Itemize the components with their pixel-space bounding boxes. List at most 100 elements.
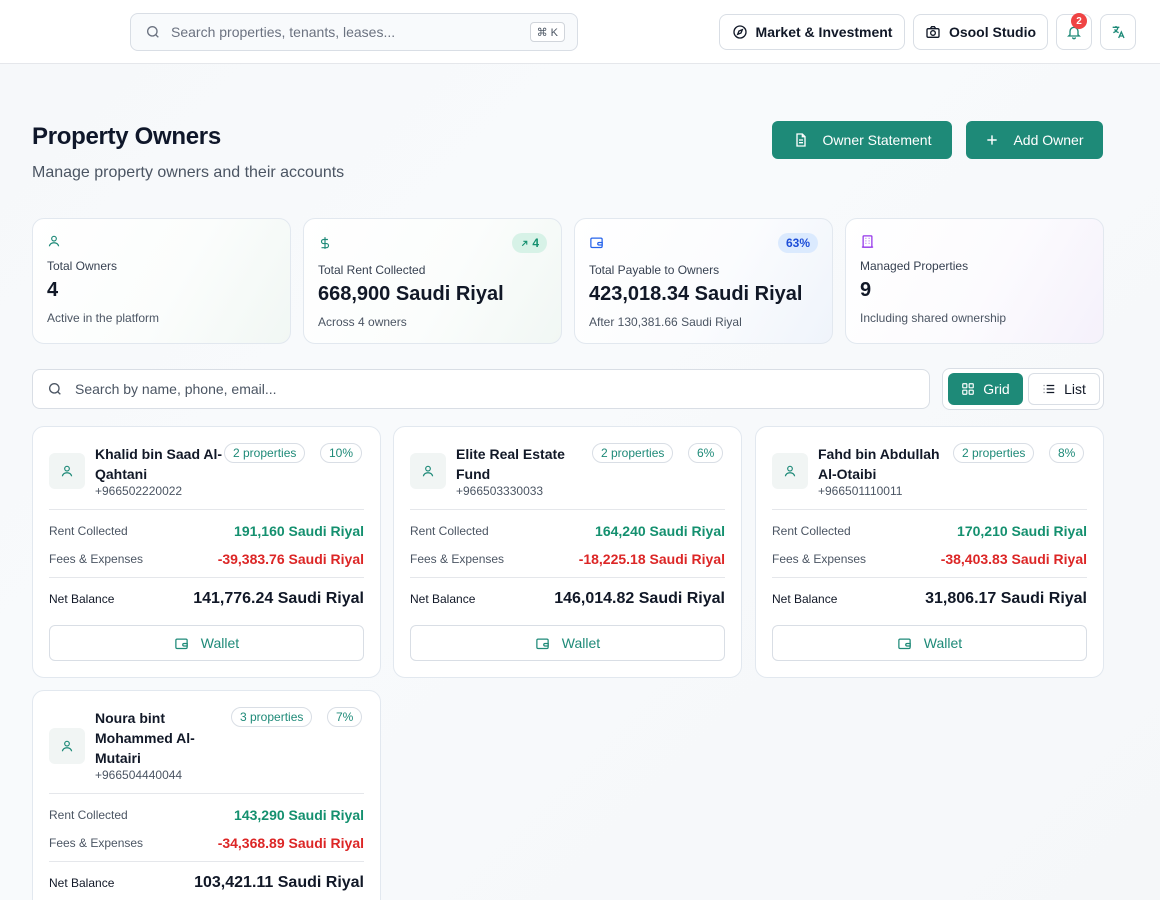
stat-label: Total Owners <box>47 259 118 273</box>
stat-sub: Across 4 owners <box>318 315 407 329</box>
search-icon <box>49 383 61 395</box>
osool-studio-label: Osool Studio <box>948 24 1037 40</box>
owner-name[interactable]: Fahd bin Abdullah Al-Otaibi <box>818 444 946 484</box>
owner-name[interactable]: Khalid bin Saad Al-Qahtani <box>95 444 225 484</box>
divider <box>410 509 725 510</box>
divider <box>410 577 725 578</box>
ownership-percent-badge: 10% <box>320 443 363 463</box>
fees-row: Fees & Expenses -34,368.89 Saudi Riyal <box>49 835 364 851</box>
ownership-percent-badge: 8% <box>1049 443 1085 463</box>
rent-collected-label: Rent Collected <box>49 524 128 538</box>
rent-collected-label: Rent Collected <box>410 524 489 538</box>
fees-label: Fees & Expenses <box>410 552 505 566</box>
avatar <box>772 453 808 489</box>
divider <box>772 509 1087 510</box>
stat-sub: Including shared ownership <box>860 311 1007 325</box>
rent-collected-label: Rent Collected <box>49 808 128 822</box>
osool-studio-button[interactable]: Osool Studio <box>913 14 1048 50</box>
net-balance-value: 103,421.11 Saudi Riyal <box>194 874 364 891</box>
notifications-button[interactable]: 2 <box>1056 13 1092 50</box>
global-search-input[interactable]: Search properties, tenants, leases... ⌘ … <box>130 13 578 51</box>
rent-collected-value: 191,160 Saudi Riyal <box>234 523 364 539</box>
plus-icon <box>987 135 998 145</box>
fees-value: -18,225.18 Saudi Riyal <box>578 551 725 567</box>
document-icon <box>795 133 806 147</box>
owner-phone: +966502220022 <box>95 484 183 498</box>
user-icon <box>422 465 434 477</box>
divider <box>49 577 364 578</box>
stat-label: Total Rent Collected <box>318 263 426 277</box>
owner-name[interactable]: Noura bint Mohammed Al-Mutairi <box>95 708 210 768</box>
fees-label: Fees & Expenses <box>49 836 144 850</box>
stat-value: 423,018.34 Saudi Riyal <box>589 283 803 305</box>
grid-view-button[interactable]: Grid <box>948 373 1023 405</box>
page-subtitle: Manage property owners and their account… <box>32 164 345 181</box>
divider <box>49 793 364 794</box>
net-balance-label: Net Balance <box>772 592 838 606</box>
wallet-button[interactable]: Wallet <box>410 625 725 661</box>
page-title: Property Owners <box>32 123 221 150</box>
search-shortcut-hint: ⌘ K <box>529 22 565 42</box>
owner-name[interactable]: Elite Real Estate Fund <box>456 444 581 484</box>
stat-card-total-owners: Total Owners 4 Active in the platform <box>32 218 291 344</box>
divider <box>49 861 364 862</box>
market-investment-button[interactable]: Market & Investment <box>719 14 905 50</box>
add-owner-label: Add Owner <box>1013 132 1084 148</box>
rent-collected-row: Rent Collected 170,210 Saudi Riyal <box>772 523 1087 539</box>
net-balance-row: Net Balance 146,014.82 Saudi Riyal <box>410 590 725 608</box>
owner-phone: +966503330033 <box>456 484 544 498</box>
rent-collected-row: Rent Collected 143,290 Saudi Riyal <box>49 807 364 823</box>
fees-value: -39,383.76 Saudi Riyal <box>217 551 364 567</box>
stat-sub: Active in the platform <box>47 311 160 325</box>
stat-card-total-rent: 4 Total Rent Collected 668,900 Saudi Riy… <box>303 218 562 344</box>
notification-count-badge: 2 <box>1071 13 1087 29</box>
grid-view-label: Grid <box>983 381 1010 397</box>
fees-row: Fees & Expenses -18,225.18 Saudi Riyal <box>410 551 725 567</box>
building-icon <box>861 235 874 248</box>
translate-icon <box>1112 26 1125 39</box>
wallet-icon <box>898 638 911 649</box>
rent-collected-value: 164,240 Saudi Riyal <box>595 523 725 539</box>
divider <box>49 509 364 510</box>
wallet-label: Wallet <box>561 635 601 651</box>
stat-value: 9 <box>860 279 872 301</box>
properties-count-badge: 2 properties <box>953 443 1035 463</box>
stat-card-managed-properties: Managed Properties 9 Including shared ow… <box>845 218 1104 344</box>
wallet-label: Wallet <box>200 635 240 651</box>
net-balance-row: Net Balance 103,421.11 Saudi Riyal <box>49 874 364 892</box>
wallet-icon <box>590 237 603 249</box>
stat-sub: After 130,381.66 Saudi Riyal <box>589 315 742 329</box>
owner-card: Noura bint Mohammed Al-Mutairi +96650444… <box>32 690 381 900</box>
wallet-button[interactable]: Wallet <box>49 625 364 661</box>
fees-row: Fees & Expenses -38,403.83 Saudi Riyal <box>772 551 1087 567</box>
avatar <box>49 453 85 489</box>
fees-row: Fees & Expenses -39,383.76 Saudi Riyal <box>49 551 364 567</box>
wallet-button[interactable]: Wallet <box>772 625 1087 661</box>
properties-count-badge: 3 properties <box>231 707 313 727</box>
owner-search-input[interactable]: Search by name, phone, email... <box>32 369 930 409</box>
wallet-icon <box>175 638 188 649</box>
rent-collected-value: 143,290 Saudi Riyal <box>234 807 364 823</box>
grid-icon <box>962 383 975 395</box>
net-balance-row: Net Balance 31,806.17 Saudi Riyal <box>772 590 1087 608</box>
add-owner-button[interactable]: Add Owner <box>966 121 1103 159</box>
top-bar: Search properties, tenants, leases... ⌘ … <box>0 0 1160 64</box>
stat-label: Managed Properties <box>860 259 969 273</box>
net-balance-row: Net Balance 141,776.24 Saudi Riyal <box>49 590 364 608</box>
net-balance-label: Net Balance <box>49 592 115 606</box>
divider <box>772 577 1087 578</box>
owner-card: Khalid bin Saad Al-Qahtani +966502220022… <box>32 426 381 678</box>
language-button[interactable] <box>1100 14 1136 50</box>
properties-count-badge: 2 properties <box>592 443 674 463</box>
fees-value: -34,368.89 Saudi Riyal <box>217 835 364 851</box>
ownership-percent-badge: 6% <box>688 443 724 463</box>
net-balance-value: 31,806.17 Saudi Riyal <box>925 590 1087 607</box>
owner-statement-button[interactable]: Owner Statement <box>772 121 952 159</box>
global-search-placeholder: Search properties, tenants, leases... <box>171 24 396 40</box>
view-toggle: Grid List <box>942 368 1104 410</box>
list-view-button[interactable]: List <box>1028 373 1100 405</box>
owner-statement-label: Owner Statement <box>822 132 932 148</box>
avatar <box>410 453 446 489</box>
properties-count-badge: 2 properties <box>224 443 306 463</box>
list-view-label: List <box>1064 381 1086 397</box>
